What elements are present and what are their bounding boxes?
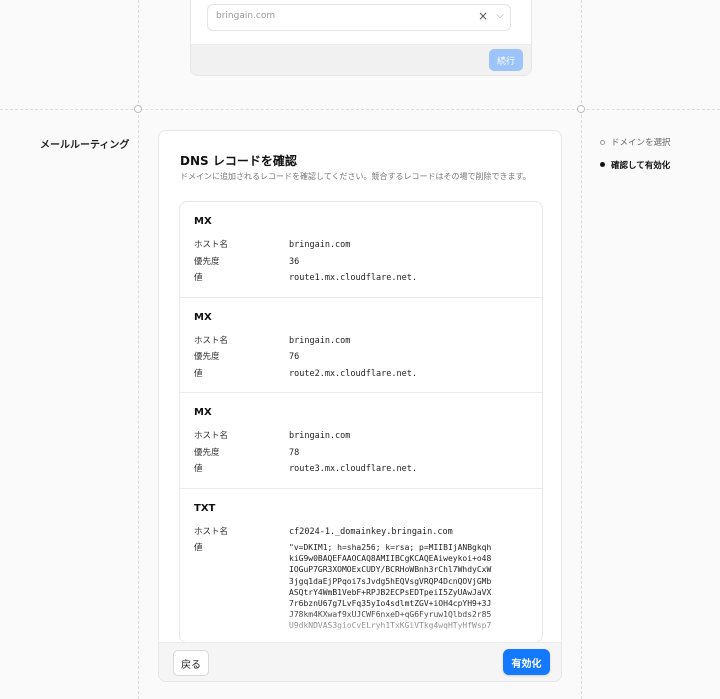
guide-node-right xyxy=(577,105,585,113)
record-key: 優先度 xyxy=(194,352,220,362)
record-row-host: ホスト名 cf2024-1._domainkey.bringain.com xyxy=(194,524,528,541)
record-key: ホスト名 xyxy=(194,431,229,441)
record-key: 値 xyxy=(194,273,203,283)
record-type: MX xyxy=(194,216,212,227)
record-key: ホスト名 xyxy=(194,526,229,537)
record-key: 優先度 xyxy=(194,256,220,267)
record-type: MX xyxy=(194,311,212,323)
guide-node-left xyxy=(134,105,142,113)
step-label: ドメインを選択 xyxy=(611,138,671,148)
record-value: bringain.com xyxy=(289,335,351,346)
record-row-host: ホスト名 bringain.com xyxy=(194,333,528,350)
step-active-icon xyxy=(600,162,605,167)
continue-button[interactable]: 続行 xyxy=(489,49,523,71)
record-value: route1.mx.cloudflare.net. xyxy=(289,273,417,283)
clear-icon[interactable]: × xyxy=(478,9,488,23)
step-select-domain[interactable]: ドメインを選択 xyxy=(600,136,671,148)
card-description: ドメインに追加されるレコードを確認してください。競合するレコードはその場で削除で… xyxy=(180,172,531,181)
step-pending-icon xyxy=(600,139,605,145)
record-value: 36 xyxy=(289,256,300,267)
record-value: bringain.com xyxy=(289,240,351,250)
guide-line-horizontal xyxy=(0,109,720,110)
enable-button[interactable]: 有効化 xyxy=(503,649,550,675)
scroll-fade xyxy=(180,608,542,642)
record-row-host: ホスト名 bringain.com xyxy=(194,428,528,445)
record-key: 優先度 xyxy=(194,447,220,458)
back-button[interactable]: 戻る xyxy=(173,650,209,676)
record-row-priority: 優先度 36 xyxy=(194,254,528,271)
dns-record-mx-3: MX ホスト名 bringain.com 優先度 78 値 route3.mx.… xyxy=(180,393,542,489)
record-row-value: 値 route3.mx.cloudflare.net. xyxy=(194,461,528,478)
record-type: TXT xyxy=(194,502,216,514)
card-footer: 戻る 有効化 xyxy=(159,642,561,681)
record-row-host: ホスト名 bringain.com xyxy=(194,237,528,254)
domain-select-value: bringain.com xyxy=(216,11,276,21)
record-value: bringain.com xyxy=(289,431,351,441)
dns-record-mx-1: MX ホスト名 bringain.com 優先度 36 値 route1.mx.… xyxy=(180,202,542,298)
dns-review-card: DNS レコードを確認 ドメインに追加されるレコードを確認してください。競合する… xyxy=(158,130,562,682)
card-title: DNS レコードを確認 xyxy=(180,154,297,168)
record-row-value: 値 route2.mx.cloudflare.net. xyxy=(194,366,528,383)
step-review-enable[interactable]: 確認して有効化 xyxy=(600,159,671,171)
record-key: ホスト名 xyxy=(194,335,229,346)
chevron-down-icon[interactable]: ⌵ xyxy=(496,10,504,21)
domain-step-body: bringain.com × ⌵ xyxy=(191,0,531,45)
record-key: ホスト名 xyxy=(194,240,229,250)
record-value: cf2024-1._domainkey.bringain.com xyxy=(289,526,453,537)
record-key: 値 xyxy=(194,464,203,474)
step-indicator: ドメインを選択 確認して有効化 xyxy=(600,136,671,181)
step-label: 確認して有効化 xyxy=(611,160,671,171)
domain-select[interactable]: bringain.com × ⌵ xyxy=(207,4,511,31)
record-key: 値 xyxy=(194,543,203,553)
domain-step-card: bringain.com × ⌵ 続行 xyxy=(190,0,532,76)
record-row-priority: 優先度 76 xyxy=(194,349,528,366)
record-value: 76 xyxy=(289,352,300,362)
record-value: route2.mx.cloudflare.net. xyxy=(289,368,417,379)
record-key: 値 xyxy=(194,368,203,379)
section-title: メールルーティング xyxy=(40,140,130,151)
record-value: 78 xyxy=(289,447,300,458)
dns-records-list[interactable]: MX ホスト名 bringain.com 優先度 36 値 route1.mx.… xyxy=(179,201,543,643)
record-row-priority: 優先度 78 xyxy=(194,445,528,462)
record-value: route3.mx.cloudflare.net. xyxy=(289,464,417,474)
record-type: MX xyxy=(194,407,212,418)
record-row-value: 値 route1.mx.cloudflare.net. xyxy=(194,270,528,287)
dns-record-mx-2: MX ホスト名 bringain.com 優先度 76 値 route2.mx.… xyxy=(180,298,542,393)
